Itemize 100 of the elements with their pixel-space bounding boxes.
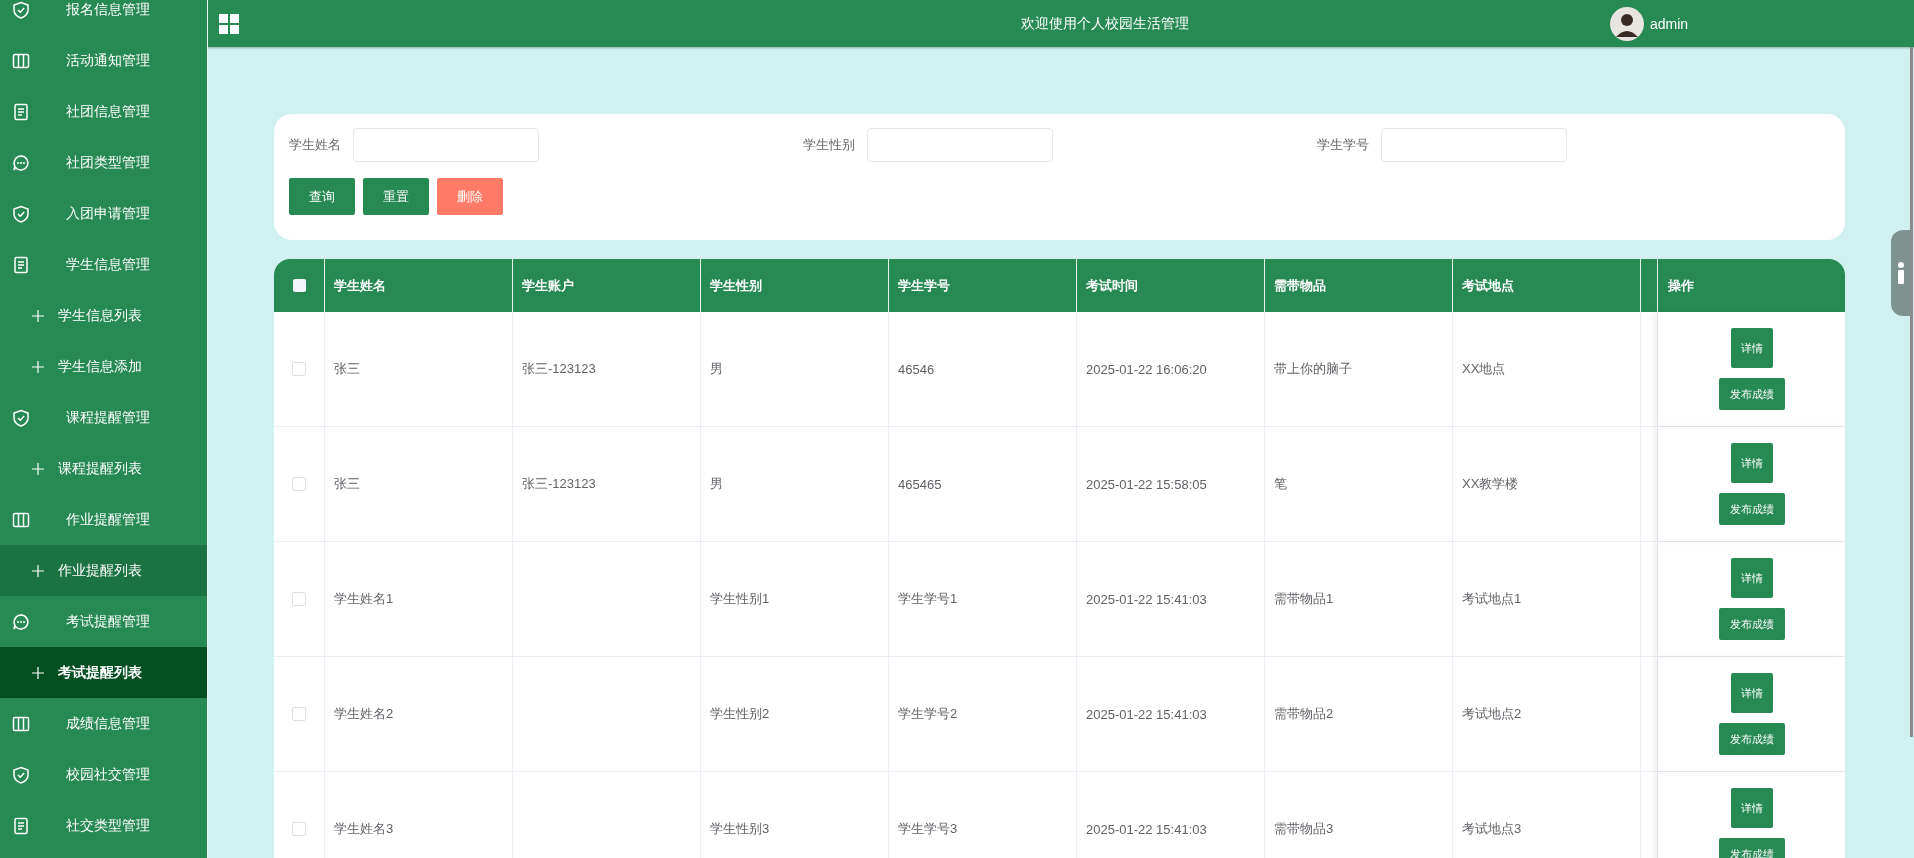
table-cell: 带上你的脑子 [1274,360,1352,378]
table-cell: 需带物品2 [1274,705,1334,723]
menu-item[interactable]: 报名信息管理 [0,0,207,35]
publish-button[interactable]: 发布成绩 [1719,723,1785,755]
plus-icon [32,309,44,322]
menu-item[interactable]: 考试提醒管理 [0,596,207,647]
menu-item[interactable]: 作业提醒管理 [0,494,207,545]
page-title: 欢迎使用个人校园生活管理 [1019,14,1190,33]
table-cell: 2025-01-22 15:41:03 [1086,591,1207,607]
menu-item[interactable]: 活动通知管理 [0,35,207,86]
column-header: 学生姓名 [325,259,513,312]
menu-item[interactable]: 入团申请管理 [0,188,207,239]
table-cell: 学生性别1 [710,590,770,608]
submenu-item[interactable]: 课程提醒列表 [0,443,207,494]
table-cell: 考试地点1 [1462,590,1522,608]
row-checkbox[interactable] [292,362,306,376]
table-cell: 学生姓名3 [334,820,394,838]
column-header: 考试时间 [1077,259,1265,312]
table-cell: 考试地点3 [1462,820,1522,838]
menu-item[interactable]: 社交类型管理 [0,800,207,851]
submenu-item[interactable]: 学生信息添加 [0,341,207,392]
menu-item[interactable]: 社团信息管理 [0,86,207,137]
grid-menu-icon[interactable] [219,13,239,34]
details-button[interactable]: 详情 [1731,558,1773,598]
table-cell: 张三 [334,475,360,493]
shield-icon [12,408,30,427]
row-checkbox[interactable] [292,707,306,721]
field-label: 学生姓名 [289,136,342,154]
table-cell: 2025-01-22 15:41:03 [1086,706,1207,722]
shield-icon [12,0,30,19]
username[interactable]: admin [1650,15,1689,32]
shield-icon [12,765,30,784]
details-button[interactable]: 详情 [1731,443,1773,483]
action-button[interactable]: 重置 [363,178,429,215]
menu-item[interactable]: 成绩信息管理 [0,698,207,749]
submenu-item[interactable]: 考试提醒列表 [0,647,207,698]
table-cell: 学生学号3 [898,820,958,838]
publish-button[interactable]: 发布成绩 [1719,608,1785,640]
table-cell: 465465 [898,476,942,492]
publish-button[interactable]: 发布成绩 [1719,493,1785,525]
action-button[interactable]: 查询 [289,178,355,215]
table-cell: 考试地点2 [1462,705,1522,723]
document-icon [12,816,30,835]
columns-icon [12,51,30,70]
table-cell: 学生姓名2 [334,705,394,723]
table-cell: 男 [710,475,723,493]
document-icon [12,102,30,121]
table-cell: 张三-123123 [522,360,596,378]
table-cell: 学生学号2 [898,705,958,723]
row-checkbox[interactable] [292,477,306,491]
plus-icon [32,462,44,475]
column-header: 学生性别 [701,259,889,312]
table-cell: 学生性别2 [710,705,770,723]
column-header: 操作 [1667,276,1695,295]
table-cell: 学生性别3 [710,820,770,838]
shield-icon [12,204,30,223]
menu-item[interactable]: 学生信息管理 [0,239,207,290]
table-cell: XX教学楼 [1462,475,1519,493]
info-tab[interactable] [1891,230,1911,316]
avatar-icon[interactable] [1610,6,1644,41]
input-field[interactable] [1381,128,1567,162]
input-field[interactable] [867,128,1053,162]
column-header: 考试地点 [1453,259,1641,312]
table-cell: 46546 [898,361,935,377]
details-button[interactable]: 详情 [1731,673,1773,713]
menu-item[interactable]: 课程提醒管理 [0,392,207,443]
chat-icon [12,153,30,172]
submenu-item[interactable]: 学生信息列表 [0,290,207,341]
table-cell: 学生姓名1 [334,590,394,608]
delete-button[interactable]: 删除 [437,178,503,215]
field-label: 学生学号 [1317,136,1370,154]
row-checkbox[interactable] [292,822,306,836]
table-cell: 需带物品1 [1274,590,1334,608]
info-icon [1897,262,1905,284]
table-cell: 张三-123123 [522,475,596,493]
menu-item[interactable]: 社团类型管理 [0,137,207,188]
submenu-item[interactable]: 作业提醒列表 [0,545,207,596]
table-cell: 2025-01-22 16:06:20 [1086,361,1207,377]
table-cell: XX地点 [1462,360,1506,378]
column-header: 学生账户 [513,259,701,312]
chat-icon [12,612,30,631]
details-button[interactable]: 详情 [1731,788,1773,828]
table-cell: 2025-01-22 15:58:05 [1086,476,1207,492]
document-icon [12,255,30,274]
menu-item[interactable]: 校园社交管理 [0,749,207,800]
publish-button[interactable]: 发布成绩 [1719,378,1785,410]
columns-icon [12,510,30,529]
details-button[interactable]: 详情 [1731,328,1773,368]
field-label: 学生性别 [803,136,856,154]
column-header: 学生学号 [889,259,1077,312]
plus-icon [32,360,44,373]
table-cell: 男 [710,360,723,378]
scrollbar[interactable] [1910,47,1913,737]
row-checkbox[interactable] [292,592,306,606]
plus-icon [32,564,44,577]
plus-icon [32,666,44,679]
table-cell: 2025-01-22 15:41:03 [1086,821,1207,837]
input-field[interactable] [353,128,539,162]
select-all-checkbox[interactable] [292,279,306,292]
table-cell: 需带物品3 [1274,820,1334,838]
